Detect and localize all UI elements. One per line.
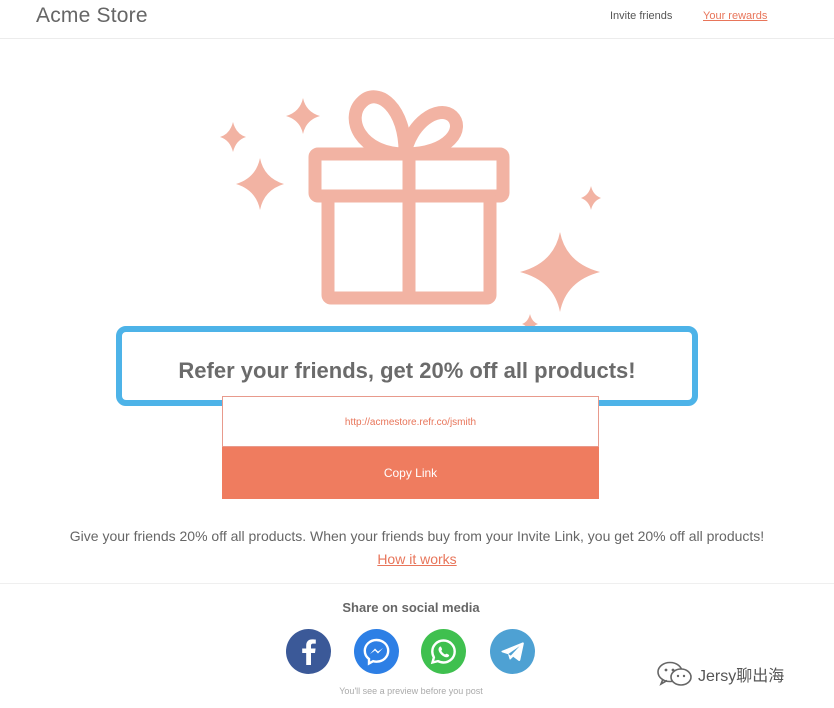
copy-link-button[interactable]: Copy Link bbox=[222, 447, 599, 499]
facebook-icon bbox=[302, 639, 316, 665]
sparkle-icon bbox=[236, 158, 284, 210]
sparkle-icon bbox=[581, 186, 601, 210]
whatsapp-icon bbox=[430, 639, 456, 665]
invite-link-field[interactable]: http://acmestore.refr.co/jsmith bbox=[222, 396, 599, 447]
share-title: Share on social media bbox=[342, 600, 480, 615]
sparkle-icon bbox=[520, 232, 600, 312]
messenger-icon bbox=[363, 638, 390, 666]
nav-invite-friends[interactable]: Invite friends bbox=[610, 10, 672, 22]
gift-illustration bbox=[210, 80, 620, 334]
watermark: Jersy聊出海 bbox=[656, 660, 826, 688]
nav-your-rewards[interactable]: Your rewards bbox=[703, 10, 767, 22]
brand-logo[interactable]: Acme Store bbox=[36, 4, 148, 28]
sparkle-icon bbox=[220, 122, 246, 152]
how-it-works-row: How it works bbox=[0, 551, 834, 567]
facebook-share-button[interactable] bbox=[286, 629, 331, 674]
sparkle-icon bbox=[286, 98, 320, 134]
how-it-works-link[interactable]: How it works bbox=[377, 551, 456, 567]
telegram-icon bbox=[501, 642, 524, 661]
messenger-share-button[interactable] bbox=[354, 629, 399, 674]
whatsapp-share-button[interactable] bbox=[421, 629, 466, 674]
section-divider bbox=[0, 583, 834, 584]
telegram-share-button[interactable] bbox=[490, 629, 535, 674]
watermark-text: Jersy聊出海 bbox=[698, 668, 785, 685]
referral-description: Give your friends 20% off all products. … bbox=[69, 528, 765, 544]
referral-headline: Refer your friends, get 20% off all prod… bbox=[178, 358, 636, 383]
gift-icon bbox=[308, 90, 510, 305]
wechat-icon bbox=[657, 661, 692, 686]
top-header: Acme Store Invite friends Your rewards bbox=[0, 0, 834, 39]
